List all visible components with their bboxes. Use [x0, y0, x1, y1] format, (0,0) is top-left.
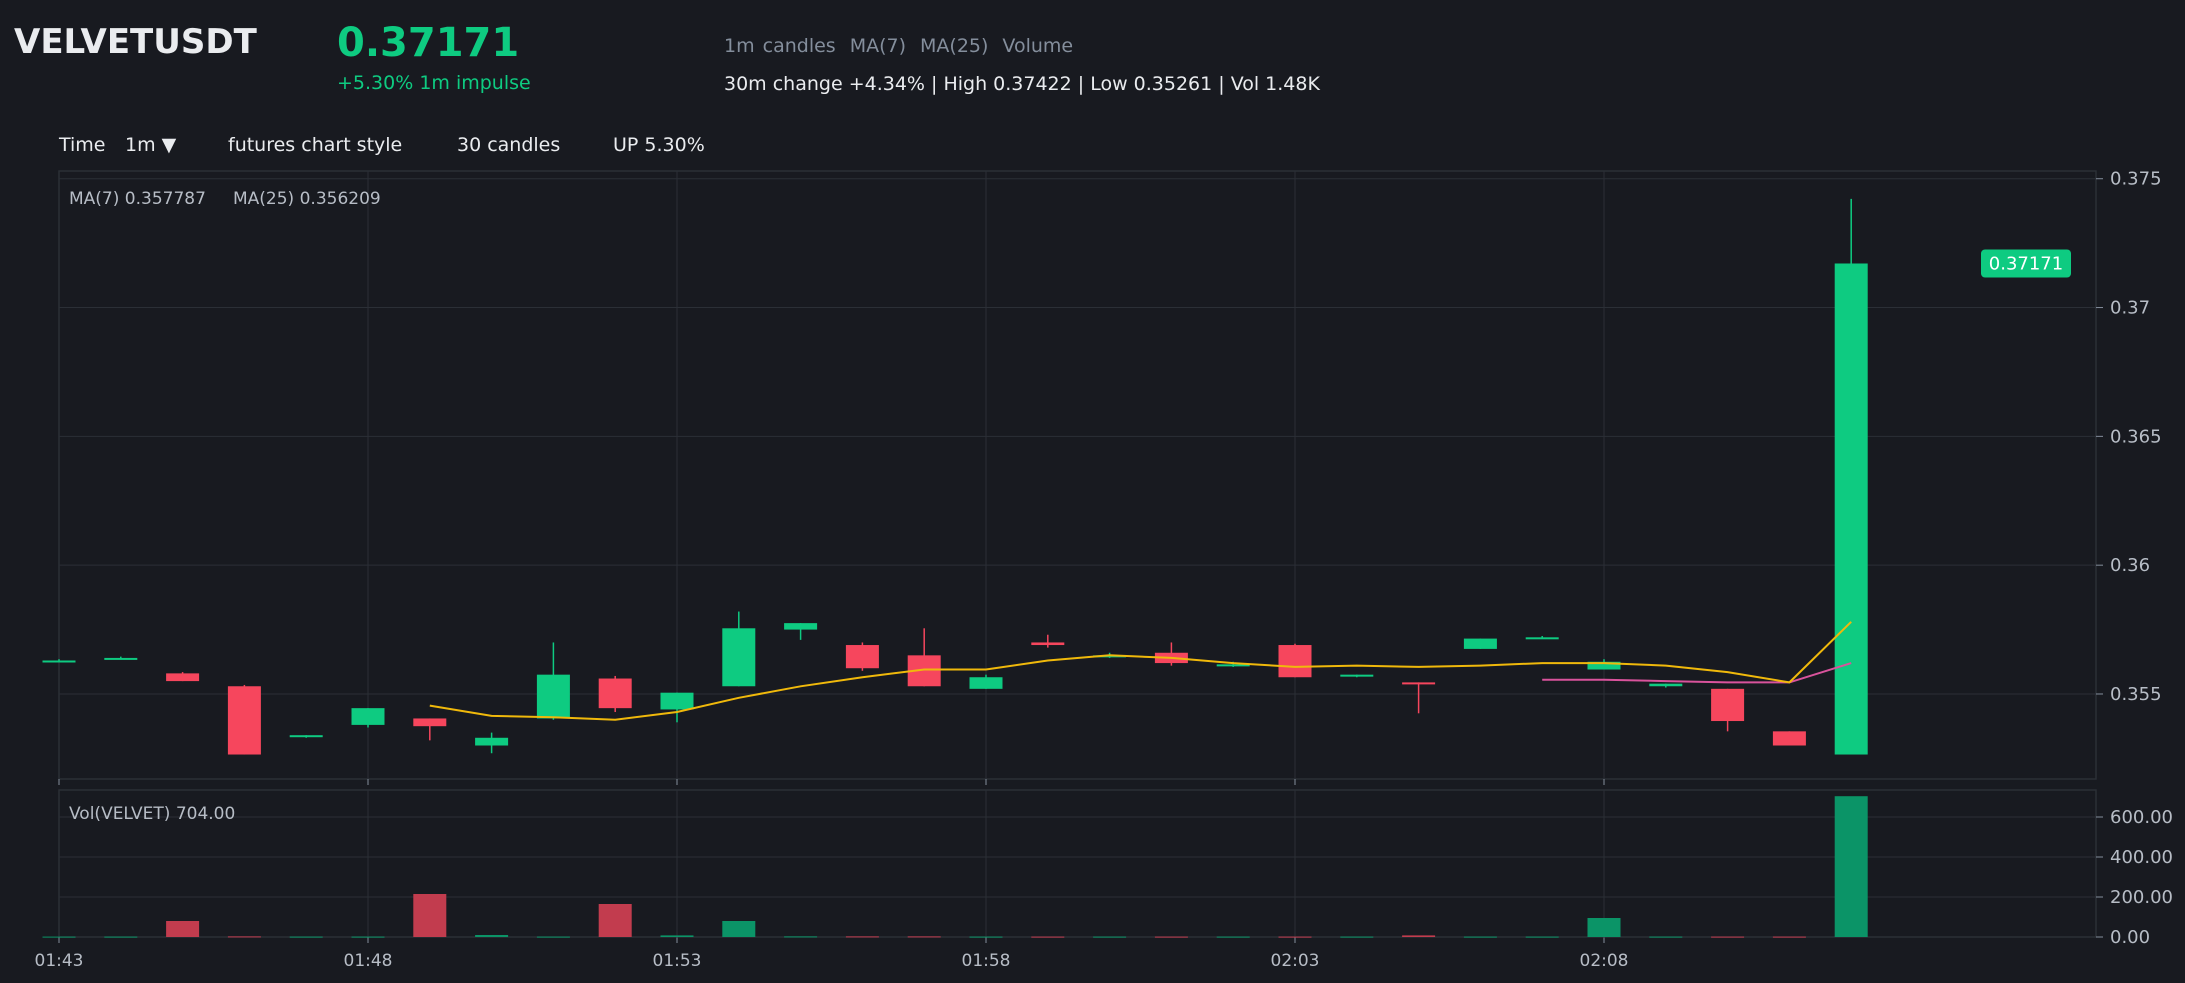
candle-body: [475, 737, 509, 746]
volume-bar: [969, 936, 1003, 938]
volume-bar: [1649, 936, 1683, 938]
candle-body: [1834, 263, 1868, 755]
candle-body: [1402, 682, 1436, 685]
volume-bar: [104, 936, 138, 938]
candle-body: [1711, 688, 1745, 722]
volume-tick-label: 0.00: [2110, 927, 2150, 948]
last-price-badge-label: 0.37171: [1989, 253, 2063, 274]
volume-bar: [1340, 936, 1374, 938]
volume-bar: [1216, 936, 1250, 938]
volume-bar: [536, 936, 570, 938]
time-label: 01:43: [35, 951, 84, 971]
volume-bar: [1711, 936, 1745, 938]
candle-body: [227, 686, 261, 755]
volume-bar: [166, 921, 200, 937]
volume-bar: [1031, 936, 1065, 938]
time-label: 02:03: [1271, 951, 1320, 971]
candles: [42, 198, 1868, 755]
candle-body: [166, 673, 200, 682]
candle-body: [413, 718, 447, 727]
moving-averages: [429, 621, 1852, 721]
price-tick-label: 0.365: [2110, 426, 2162, 447]
candle-body: [845, 645, 879, 669]
volume-bar: [413, 894, 447, 937]
volume-bar: [722, 921, 756, 937]
volume-value-label: Vol(VELVET) 704.00: [69, 804, 235, 824]
volume-bar: [784, 936, 818, 938]
candle-body: [969, 677, 1003, 689]
time-label: 02:08: [1580, 951, 1629, 971]
volume-bar: [1772, 936, 1806, 938]
candle-body: [104, 657, 138, 660]
volume-bar: [1525, 936, 1559, 938]
volume-bar: [907, 936, 941, 938]
candle-body: [598, 678, 632, 709]
volume-bar: [598, 904, 632, 937]
volume-panel-border: [58, 789, 2097, 938]
price-tick-label: 0.37: [2110, 298, 2150, 319]
volume-bar: [351, 936, 385, 938]
candle-body: [784, 623, 818, 630]
volume-bar: [660, 935, 694, 937]
candle-body: [289, 735, 323, 738]
ma25-value-label: MA(25) 0.356209: [233, 189, 381, 209]
price-tick-label: 0.36: [2110, 555, 2150, 576]
volume-bar: [1154, 936, 1188, 938]
volume-tick-label: 400.00: [2110, 847, 2173, 868]
candle-body: [1649, 683, 1683, 687]
candle-body: [1031, 642, 1065, 646]
volume-tick-label: 600.00: [2110, 807, 2173, 828]
volume-bar: [1402, 935, 1436, 937]
volume-bar: [1278, 936, 1312, 938]
candlestick-chart[interactable]: 01:43 01:48 01:53 01:58 02:03 02:08 0.355 0.36 0…: [0, 0, 2185, 983]
candle-body: [722, 628, 756, 687]
volume-bar: [845, 936, 879, 938]
volume-tick-label: 200.00: [2110, 887, 2173, 908]
volume-bar: [227, 936, 261, 938]
candle-body: [660, 692, 694, 710]
ma7-value-label: MA(7) 0.357787: [69, 189, 206, 209]
grid-layer: [58, 170, 2103, 943]
candle-body: [1278, 645, 1312, 678]
volume-bar: [475, 935, 509, 937]
volume-bar: [1834, 796, 1868, 937]
price-tick-label: 0.355: [2110, 684, 2162, 705]
candle-body: [1525, 637, 1559, 640]
candle-body: [1772, 731, 1806, 746]
candle-body: [42, 660, 76, 663]
candle-body: [351, 708, 385, 725]
price-tick-label: 0.375: [2110, 169, 2162, 190]
volume-bar: [289, 936, 323, 938]
candle-body: [1340, 674, 1374, 677]
volume-bar: [1093, 936, 1127, 938]
ma7-line: [429, 621, 1852, 721]
volume-bar: [1463, 936, 1497, 938]
volume-bar: [42, 936, 76, 938]
volume-bar: [1587, 918, 1621, 937]
candle-body: [536, 674, 570, 719]
main-panel-border: [58, 170, 2097, 780]
candle-body: [1463, 638, 1497, 649]
time-label: 01:53: [653, 951, 702, 971]
time-label: 01:48: [344, 951, 393, 971]
time-label: 01:58: [962, 951, 1011, 971]
